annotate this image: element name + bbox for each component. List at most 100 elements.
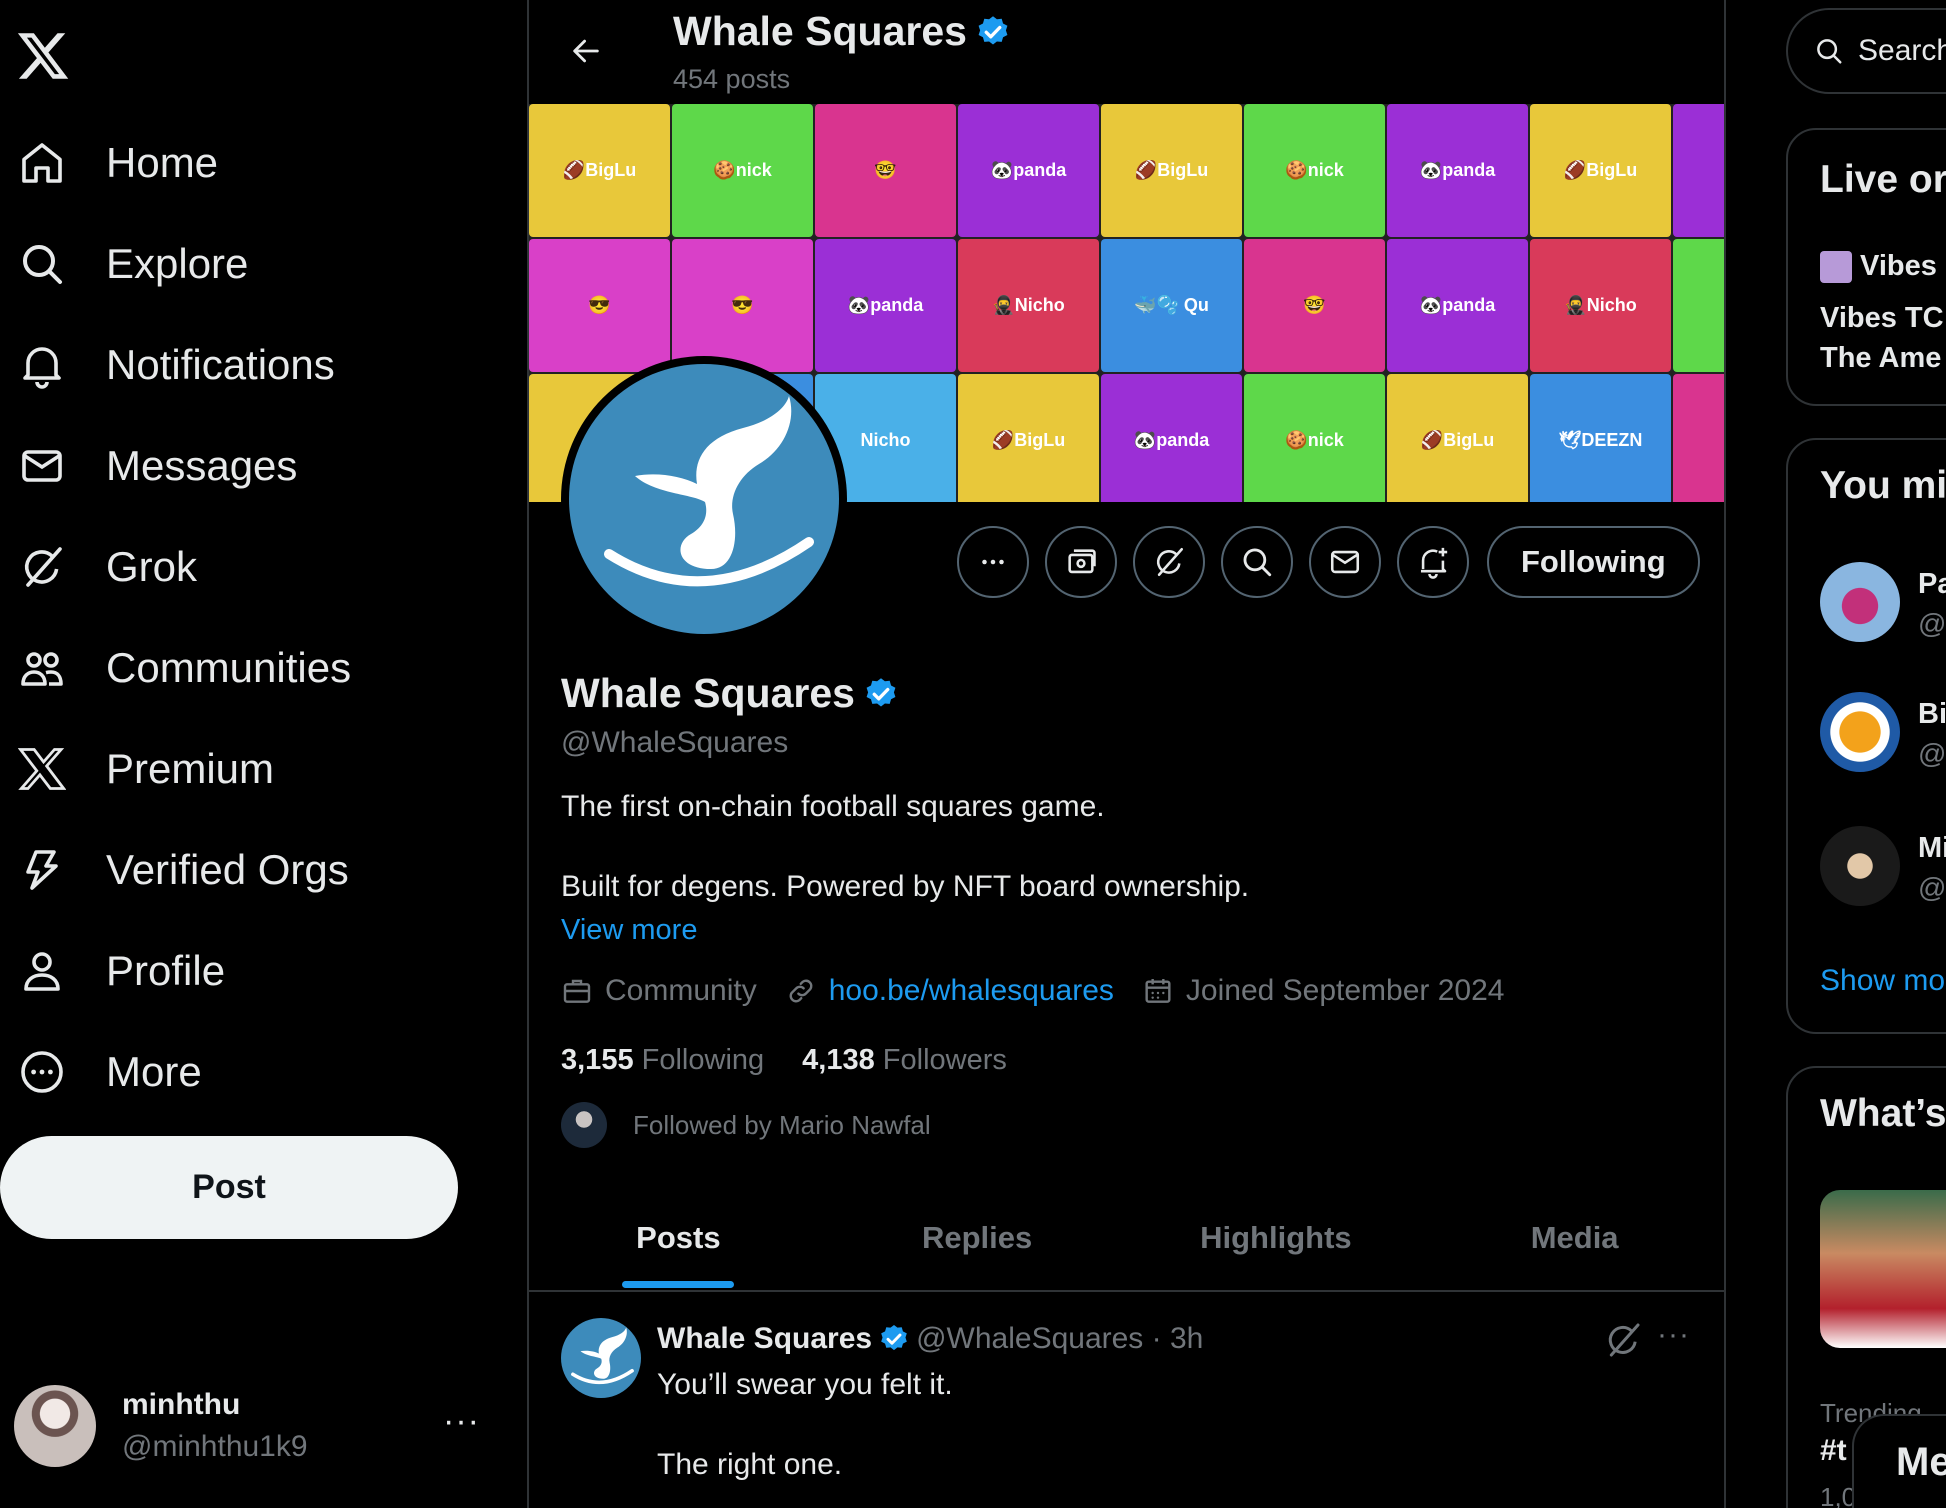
bio-line: Built for degens. Powered by NFT board o… bbox=[561, 870, 1250, 903]
search-input[interactable]: Search bbox=[1786, 8, 1946, 94]
category: Community bbox=[561, 974, 757, 1008]
verified-badge-icon bbox=[881, 1325, 907, 1351]
nav-item-premium[interactable]: Premium bbox=[0, 718, 351, 819]
live-space-subtitle: The Ame bbox=[1820, 342, 1942, 374]
tab-media[interactable]: Media bbox=[1425, 1186, 1724, 1290]
suggested-name[interactable]: Bi bbox=[1918, 698, 1946, 731]
main-column: Whale Squares 454 posts 🏈BigLu 🍪nick 🤓 🐼pan… bbox=[527, 0, 1726, 1508]
nav-label: Profile bbox=[106, 946, 226, 994]
left-sidebar: Home Explore Notifications Messages Grok… bbox=[0, 0, 528, 1508]
link-icon bbox=[789, 979, 813, 1003]
banner-tile: 🐼panda bbox=[958, 104, 1099, 237]
tweet[interactable]: Whale Squares @WhaleSquares · 3h ··· You… bbox=[529, 1294, 1724, 1508]
suggested-name[interactable]: Mi bbox=[1918, 832, 1946, 865]
banner-tile bbox=[1673, 374, 1724, 502]
x-logo-icon[interactable] bbox=[14, 28, 72, 84]
banner-tile: 🐳🫧 Qu bbox=[1101, 239, 1242, 372]
account-name: minhthu bbox=[122, 1388, 241, 1421]
profile-header: Whale Squares 454 posts bbox=[529, 0, 1724, 104]
tweet-text: You’ll swear you felt it. bbox=[657, 1368, 953, 1401]
followers-count-link[interactable]: 4,138 Followers bbox=[802, 1044, 1007, 1077]
followed-by[interactable]: Followed by Mario Nawfal bbox=[561, 1102, 931, 1148]
account-more-button[interactable]: ··· bbox=[443, 1402, 480, 1441]
more-circle-icon bbox=[21, 1050, 63, 1093]
banner-tile: 🏈BigLu bbox=[1530, 104, 1671, 237]
nav-label: Messages bbox=[106, 441, 298, 489]
banner-tile: 🍪nick bbox=[672, 104, 813, 237]
nav-item-verified-orgs[interactable]: Verified Orgs bbox=[0, 819, 351, 920]
avatar[interactable] bbox=[1820, 562, 1900, 642]
category-label: Community bbox=[605, 974, 757, 1007]
profile-avatar[interactable] bbox=[561, 356, 847, 642]
banner-tile: 🐼 bbox=[1673, 104, 1724, 237]
right-sidebar: Search Live or Vibes ( Vibes TC The Ame … bbox=[1786, 0, 1946, 1508]
person-icon bbox=[24, 951, 60, 991]
trend-image[interactable] bbox=[1820, 1190, 1946, 1348]
messages-drawer[interactable]: Me bbox=[1854, 1416, 1946, 1508]
tab-posts[interactable]: Posts bbox=[529, 1186, 828, 1290]
trend-tag[interactable]: #t bbox=[1820, 1434, 1847, 1468]
lightning-icon bbox=[26, 849, 58, 890]
avatar[interactable] bbox=[1820, 826, 1900, 906]
following-count-link[interactable]: 3,155 Following bbox=[561, 1044, 764, 1077]
nav-item-grok[interactable]: Grok bbox=[0, 516, 351, 617]
money-icon bbox=[1068, 549, 1096, 574]
live-space-host[interactable]: Vibes ( bbox=[1820, 250, 1946, 283]
search-placeholder: Search bbox=[1858, 34, 1946, 67]
website: hoo.be/whalesquares bbox=[785, 974, 1114, 1008]
nav-item-home[interactable]: Home bbox=[0, 112, 351, 213]
suggested-name[interactable]: Pa bbox=[1918, 568, 1946, 601]
subscribe-button[interactable] bbox=[1045, 526, 1117, 598]
briefcase-icon bbox=[563, 979, 591, 1003]
avatar[interactable] bbox=[1820, 692, 1900, 772]
tab-highlights[interactable]: Highlights bbox=[1127, 1186, 1426, 1290]
banner-tile: 🍪 bbox=[1673, 239, 1724, 372]
followed-by-text: Followed by Mario Nawfal bbox=[633, 1109, 931, 1140]
nav-item-profile[interactable]: Profile bbox=[0, 920, 351, 1021]
banner-tile: 🏈BigLu bbox=[1387, 374, 1528, 502]
banner-tile: 🥷Nicho bbox=[958, 239, 1099, 372]
nav-item-messages[interactable]: Messages bbox=[0, 415, 351, 516]
x-logo-icon bbox=[18, 747, 66, 790]
verified-badge-icon[interactable] bbox=[863, 676, 899, 712]
bell-icon bbox=[23, 346, 61, 389]
banner-tile: 😎 bbox=[529, 239, 670, 372]
grok-icon[interactable] bbox=[1603, 1320, 1643, 1360]
home-icon bbox=[22, 142, 62, 183]
profile-meta: Community hoo.be/whalesquares Joined Sep… bbox=[561, 974, 1532, 1008]
more-options-button[interactable] bbox=[957, 526, 1029, 598]
tab-replies[interactable]: Replies bbox=[828, 1186, 1127, 1290]
search-icon bbox=[23, 244, 62, 284]
nav-label: Home bbox=[106, 138, 219, 186]
banner-tile: 🐼panda bbox=[815, 239, 956, 372]
envelope-icon bbox=[1330, 550, 1360, 574]
profile-name: Whale Squares bbox=[561, 670, 899, 717]
search-profile-button[interactable] bbox=[1221, 526, 1293, 598]
live-card: Live or Vibes ( Vibes TC The Ame bbox=[1786, 128, 1946, 406]
message-button[interactable] bbox=[1309, 526, 1381, 598]
tweet-more-button[interactable]: ··· bbox=[1657, 1318, 1690, 1352]
live-space-title[interactable]: Vibes TC bbox=[1820, 302, 1944, 335]
account-switcher[interactable]: minhthu @minhthu1k9 ··· bbox=[14, 1384, 494, 1468]
suggested-handle: @ bbox=[1918, 738, 1946, 769]
post-button[interactable]: Post bbox=[0, 1136, 458, 1239]
banner-tile: 🏈BigLu bbox=[529, 104, 670, 237]
website-link[interactable]: hoo.be/whalesquares bbox=[829, 974, 1114, 1008]
nav-item-notifications[interactable]: Notifications bbox=[0, 314, 351, 415]
follow-counts: 3,155 Following 4,138 Followers bbox=[561, 1044, 1045, 1077]
show-more-link[interactable]: Show mo bbox=[1820, 964, 1945, 998]
following-button[interactable]: Following bbox=[1487, 526, 1700, 598]
back-button[interactable] bbox=[561, 26, 611, 76]
avatar[interactable] bbox=[561, 1318, 641, 1398]
grok-button[interactable] bbox=[1133, 526, 1205, 598]
tweet-meta: @WhaleSquares · 3h bbox=[916, 1322, 1204, 1355]
notify-button[interactable] bbox=[1397, 526, 1469, 598]
suggested-handle: @ bbox=[1918, 608, 1946, 639]
whats-happening-title: What’s bbox=[1820, 1092, 1946, 1135]
view-more-link[interactable]: View more bbox=[561, 914, 697, 947]
nav-item-more[interactable]: More bbox=[0, 1021, 351, 1122]
tweet-author[interactable]: Whale Squares bbox=[657, 1322, 872, 1356]
nav-list: Home Explore Notifications Messages Grok… bbox=[0, 112, 351, 1122]
nav-item-communities[interactable]: Communities bbox=[0, 617, 351, 718]
nav-item-explore[interactable]: Explore bbox=[0, 213, 351, 314]
